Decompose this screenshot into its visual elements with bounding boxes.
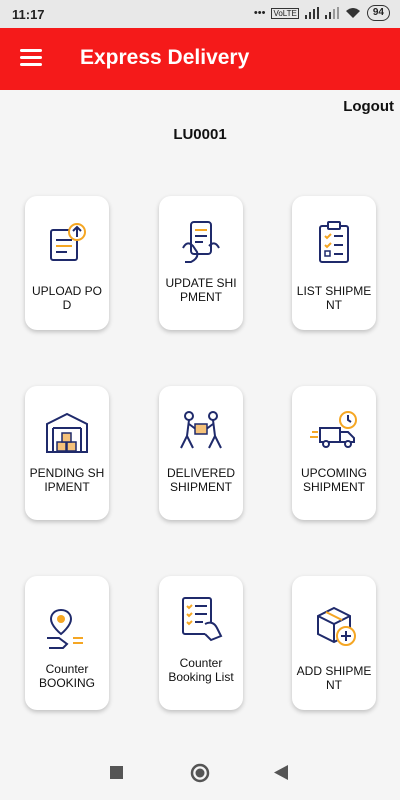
home-icon[interactable] [190,763,210,783]
status-time: 11:17 [12,7,45,22]
logout-button[interactable]: Logout [343,98,394,115]
signal-icon [304,7,319,19]
status-bar: 11:17 ••• VoLTE 94 [0,0,400,28]
counter-booking-list-tile[interactable]: Counter Booking List [159,576,243,710]
update-shipment-tile[interactable]: UPDATE SHIPMENT [159,196,243,330]
add-box-icon [317,606,356,646]
notification-dots-icon: ••• [253,7,266,19]
upcoming-shipment-tile[interactable]: UPCOMING SHIPMENT [292,386,376,520]
wifi-icon [345,8,360,18]
add-shipment-tile[interactable]: ADD SHIPMENT [292,576,376,710]
location-pin-hand-icon [47,608,83,649]
tile-label: DELIVERED SHIPMENT [166,466,236,494]
tile-label: LIST SHIPMENT [296,284,372,312]
delivery-people-icon [180,411,222,449]
list-shipment-tile[interactable]: LIST SHIPMENT [292,196,376,330]
tile-label: Counter Booking List [168,656,234,684]
tile-label: ADD SHIPMENT [296,664,372,692]
battery-indicator: 94 [366,5,390,21]
tile-label: UPCOMING SHIPMENT [301,466,367,494]
user-id: LU0001 [173,126,227,143]
app-bar: Express Delivery [0,28,400,90]
delivered-shipment-tile[interactable]: DELIVERED SHIPMENT [159,386,243,520]
status-icons: ••• VoLTE 94 [254,5,390,21]
recent-apps-icon[interactable] [110,766,123,779]
system-nav-bar [0,746,400,800]
app-title: Express Delivery [80,46,250,69]
tablet-hand-icon [182,221,220,263]
clipboard-list-icon [319,221,349,263]
tile-label: UPDATE SHIPMENT [165,276,237,304]
fast-truck-icon [310,411,357,448]
checklist-hand-icon [182,597,223,642]
warehouse-icon [46,412,88,453]
upload-pod-tile[interactable]: UPLOAD POD [25,196,109,330]
tile-label: PENDING SHIPMENT [29,466,105,494]
pending-shipment-tile[interactable]: PENDING SHIPMENT [25,386,109,520]
upload-document-icon [50,223,86,261]
signal-icon-2 [324,7,339,19]
back-icon[interactable] [274,765,288,780]
volte-label: VoLTE [271,7,299,19]
counter-booking-tile[interactable]: Counter BOOKING [25,576,109,710]
tile-label: UPLOAD POD [31,284,103,312]
tile-label: Counter BOOKING [38,662,95,690]
hamburger-menu-icon[interactable] [20,49,42,67]
